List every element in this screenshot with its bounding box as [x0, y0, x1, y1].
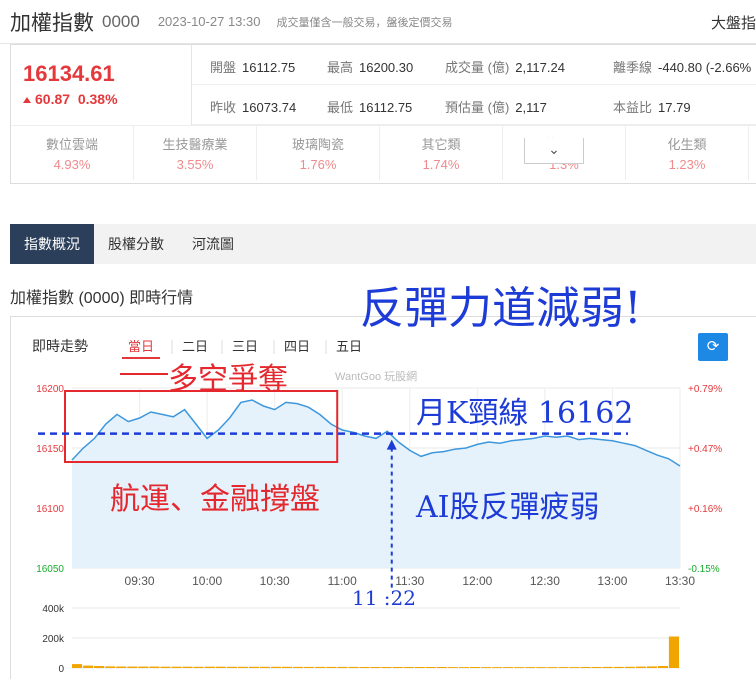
volume-bar: [259, 666, 270, 668]
volume-bar: [613, 666, 624, 668]
volume-bar: [492, 667, 503, 668]
volume-tick-label: 0: [58, 664, 64, 675]
y-tick-label: 16150: [36, 444, 64, 455]
volume-bar: [425, 667, 436, 668]
x-tick-label: 13:30: [665, 574, 695, 588]
volume-bar: [470, 667, 481, 668]
volume-bar: [271, 666, 282, 668]
volume-bar: [403, 667, 414, 668]
annotation-neckline: 月K頸線 16162: [416, 396, 634, 431]
volume-bar: [624, 666, 635, 668]
x-tick-label: 10:30: [260, 574, 290, 588]
volume-bar: [215, 666, 226, 668]
chart-label: 即時走勢: [32, 338, 88, 354]
volume-bar: [127, 666, 138, 668]
y-tick-label: 16050: [36, 564, 64, 575]
volume-bar: [348, 666, 359, 668]
volume-bar: [337, 666, 348, 668]
volume-bar: [304, 666, 315, 668]
volume-bar: [525, 667, 536, 668]
range-tab[interactable]: 當日: [128, 339, 154, 354]
volume-bar: [635, 666, 646, 668]
volume-bar: [160, 666, 171, 668]
volume-bar: [381, 667, 392, 668]
volume-bar: [72, 664, 83, 668]
volume-bar: [326, 666, 337, 668]
right-tick-label: +0.16%: [688, 504, 722, 515]
volume-bar: [94, 666, 105, 668]
x-tick-label: 10:00: [192, 574, 222, 588]
x-tick-label: 12:00: [462, 574, 492, 588]
volume-bar: [447, 667, 458, 668]
volume-bar: [547, 667, 558, 668]
volume-bar: [503, 667, 514, 668]
range-tab[interactable]: 四日: [284, 339, 310, 354]
volume-bar: [370, 667, 381, 668]
y-tick-label: 16200: [36, 384, 64, 395]
volume-bar: [536, 667, 547, 668]
annotation-time-mark: 11 :22: [352, 586, 416, 610]
volume-bar: [458, 667, 469, 668]
volume-bar: [226, 666, 237, 668]
volume-tick-label: 200k: [42, 634, 65, 645]
volume-bar: [315, 666, 326, 668]
range-tab[interactable]: 五日: [336, 339, 362, 354]
volume-bar: [558, 667, 569, 668]
volume-bar: [248, 666, 259, 668]
volume-bar: [149, 666, 160, 668]
volume-bar: [138, 666, 149, 668]
intraday-chart: 即時走勢 當日 二日 三日 四日 五日 WantGoo 玩股網 16200 +0.79% 1…: [32, 338, 722, 675]
volume-tick-label: 400k: [42, 604, 65, 615]
volume-bar: [646, 666, 657, 668]
volume-bar: [359, 667, 370, 668]
volume-bar: [436, 667, 447, 668]
volume-bar: [193, 666, 204, 668]
x-tick-label: 13:00: [597, 574, 627, 588]
x-tick-label: 12:30: [530, 574, 560, 588]
x-tick-label: 09:30: [125, 574, 155, 588]
volume-bar: [591, 667, 602, 668]
right-tick-label: +0.79%: [688, 384, 722, 395]
volume-bar: [171, 666, 182, 668]
right-tick-label: +0.47%: [688, 444, 722, 455]
volume-bar: [182, 666, 193, 668]
volume-bar: [83, 665, 94, 668]
volume-bar: [514, 667, 525, 668]
volume-bar: [282, 666, 293, 668]
range-tab[interactable]: 三日: [232, 339, 258, 354]
volume-bar: [414, 667, 425, 668]
volume-bar: [204, 666, 215, 668]
volume-bar: [116, 666, 127, 668]
volume-bar: [105, 666, 116, 668]
volume-bar: [657, 666, 668, 668]
watermark: WantGoo 玩股網: [335, 369, 417, 383]
volume-bar: [569, 667, 580, 668]
y-tick-label: 16100: [36, 504, 64, 515]
volume-bar: [392, 667, 403, 668]
volume-bar: [668, 636, 679, 668]
annotation-tug-of-war: 多空爭奪: [168, 362, 288, 397]
volume-plot: 400k 200k 0: [42, 604, 680, 675]
volume-bar: [237, 666, 248, 668]
volume-bar: [602, 666, 613, 668]
annotation-headline: 反彈力道減弱!: [360, 283, 642, 334]
annotation-support: 航運、金融撐盤: [110, 482, 320, 517]
annotation-ai-weak: AI股反彈疲弱: [416, 490, 600, 525]
volume-bar: [481, 667, 492, 668]
volume-bar: [580, 667, 591, 668]
range-tab[interactable]: 二日: [182, 339, 208, 354]
volume-bar: [293, 666, 304, 668]
